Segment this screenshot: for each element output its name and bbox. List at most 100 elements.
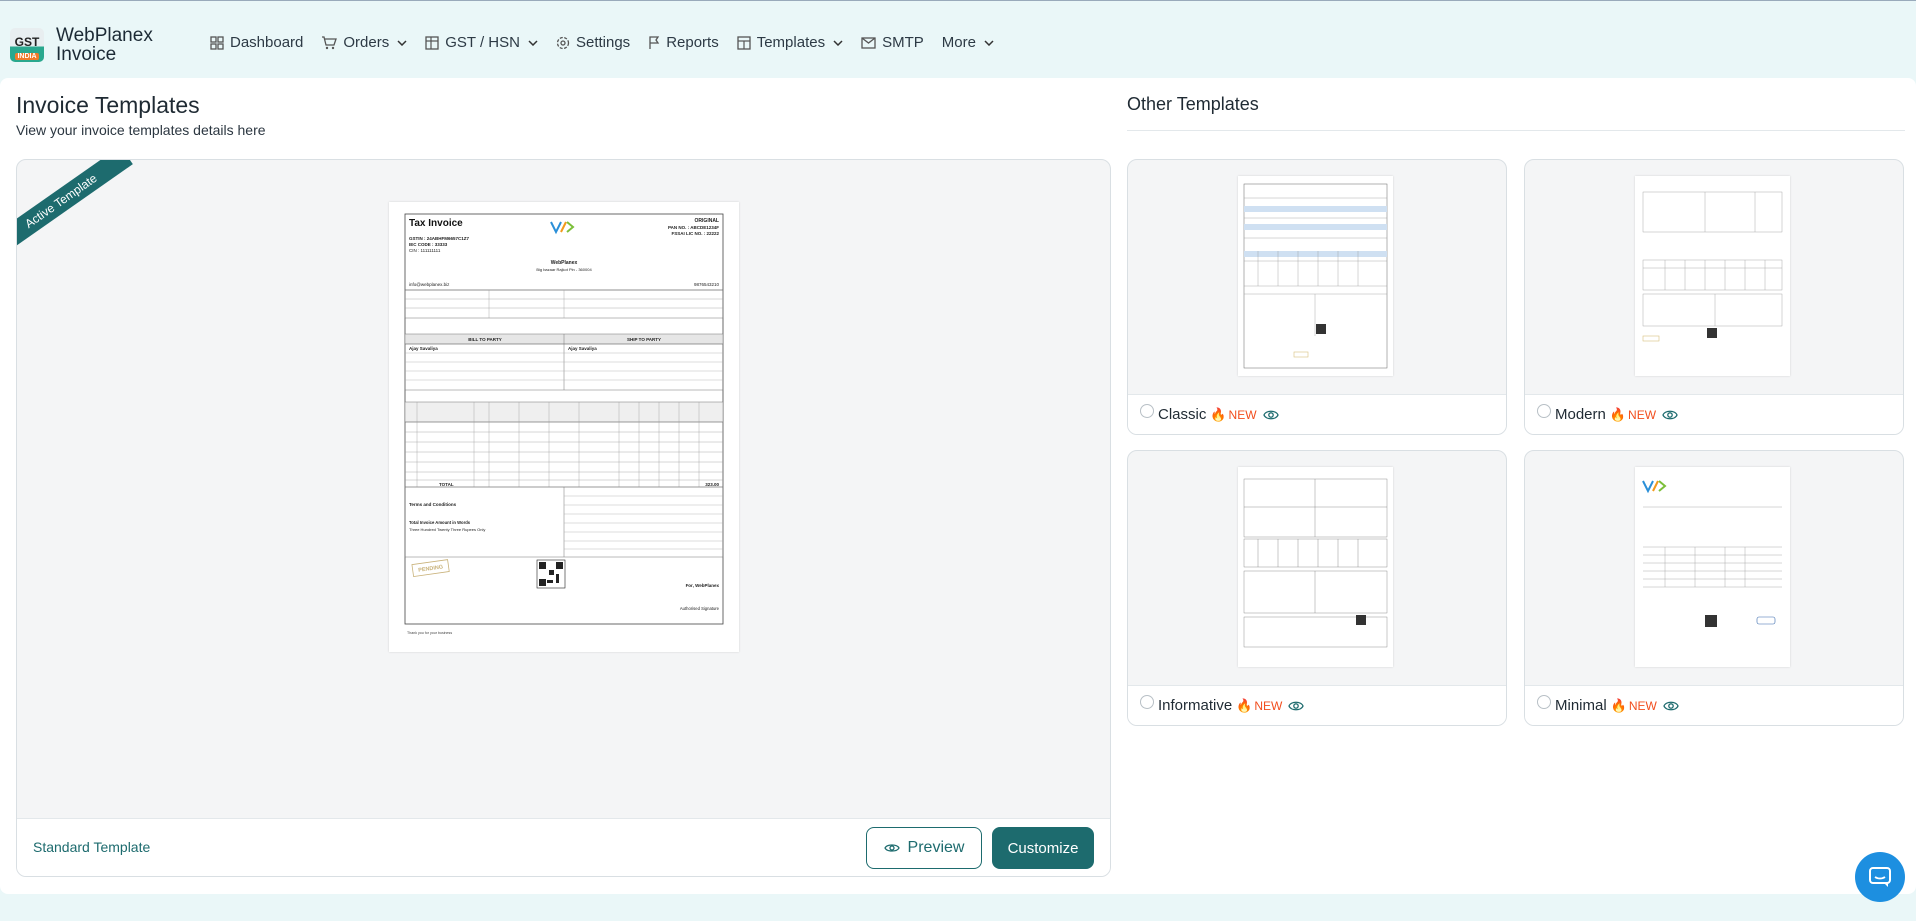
nav-orders[interactable]: Orders [321,34,407,51]
nav-reports[interactable]: Reports [648,34,719,51]
fire-icon: 🔥 [1609,406,1627,422]
eye-icon[interactable] [1662,408,1678,422]
nav-gst-hsn[interactable]: GST / HSN [425,34,538,51]
template-thumbnail [1635,467,1790,667]
chat-widget-button[interactable] [1855,852,1905,902]
qr-code-icon [536,559,566,589]
template-card-footer: Minimal 🔥 NEW [1525,685,1903,725]
invoice-fssai: FSSAI LIC NO. : 22222 [671,231,719,236]
invoice-cin: CIN : 111111111 [409,248,441,253]
active-template-footer: Standard Template Preview Customize [17,818,1110,876]
eye-icon[interactable] [1288,699,1305,713]
nav-smtp[interactable]: SMTP [861,34,924,51]
template-name: Minimal [1555,697,1607,714]
app-name-line2: Invoice [56,44,117,65]
page-bottom [0,894,1916,921]
template-name: Classic [1158,406,1207,423]
chevron-down-icon [528,39,538,46]
template-card-minimal[interactable]: Minimal 🔥 NEW [1524,450,1904,726]
invoice-ship-to: SHIP TO PARTY [627,337,661,342]
template-icon [737,35,751,50]
other-templates-title: Other Templates [1127,94,1259,114]
logo-badge-bottom: INDIA [15,53,39,60]
invoice-total-value: 323.00 [705,482,719,487]
nav-settings-label: Settings [575,34,631,51]
nav-settings[interactable]: Settings [556,34,630,51]
template-name: Informative [1158,697,1233,714]
invoice-iec: IEC CODE : 33333 [409,242,448,247]
customize-button[interactable]: Customize [992,827,1094,869]
nav-templates-label: Templates [756,34,826,51]
chat-icon [1869,867,1891,887]
pending-stamp: PENDING [411,559,450,577]
nav-smtp-label: SMTP [882,34,924,51]
invoice-for: For, WebPlanex [686,583,720,588]
template-thumbnail [1238,467,1393,667]
template-card-footer: Classic 🔥 NEW [1128,394,1506,434]
page-subtitle: View your invoice templates details here [16,122,266,138]
invoice-preview-image: Tax Invoice GSTIN : 24ABHFM6657C1Z7 IEC … [389,202,739,652]
page-title: Invoice Templates [16,92,200,118]
template-card-informative[interactable]: Informative 🔥 NEW [1127,450,1507,726]
gear-icon [556,36,570,49]
invoice-phone: 9876543210 [694,282,720,287]
template-radio[interactable] [1140,694,1154,709]
divider [1127,130,1905,131]
invoice-company: WebPlanex [551,260,578,266]
app-name: WebPlanex Invoice [56,26,153,64]
flag-icon [649,35,660,49]
nav-dashboard[interactable]: Dashboard [210,34,303,51]
chevron-down-icon [397,39,407,46]
invoice-bill-to: BILL TO PARTY [468,337,502,342]
template-thumbnail [1238,176,1393,376]
cart-icon [322,35,338,49]
chevron-down-icon [833,39,843,46]
chevron-down-icon [984,39,994,46]
main-nav: Dashboard Orders GST / HSN Settings Repo… [210,34,1012,51]
invoice-address: Big bazaar Rajkot Pin - 360004 [536,267,592,272]
template-radio[interactable] [1537,694,1551,709]
fire-icon: 🔥 [1236,697,1253,713]
template-name: Modern [1555,406,1606,423]
webplanex-logo-icon [550,221,575,235]
invoice-pending: PENDING [418,564,444,573]
invoice-bill-party: Ajay Savaliya [409,346,438,351]
new-badge: NEW [1254,698,1283,713]
invoice-ship-party: Ajay Savaliya [568,346,597,351]
invoice-terms: Terms and Conditions [409,502,457,507]
app-name-line1: WebPlanex [56,25,153,46]
active-ribbon-label: Active Template [17,160,133,256]
template-card-footer: Informative 🔥 NEW [1128,685,1506,725]
active-template-name[interactable]: Standard Template [33,839,150,855]
invoice-email: info@webplanex.biz [409,282,450,287]
nav-templates[interactable]: Templates [737,34,843,51]
nav-more[interactable]: More [942,34,994,51]
top-navbar: GST INDIA WebPlanex Invoice Dashboard Or… [0,0,1916,78]
invoice-words: Three Hundred Twenty Three Rupees Only [409,527,485,532]
active-ribbon: Active Template [17,160,137,280]
nav-orders-label: Orders [343,34,390,51]
nav-gst-hsn-label: GST / HSN [445,34,520,51]
invoice-pan: PAN NO. : ABCDE1234F [668,225,719,230]
nav-reports-label: Reports [666,34,719,51]
new-badge: NEW [1628,407,1657,422]
eye-icon[interactable] [1262,408,1279,422]
app-logo[interactable]: GST INDIA WebPlanex Invoice [10,26,153,64]
new-badge: NEW [1228,407,1257,422]
preview-button[interactable]: Preview [866,827,982,869]
nav-dashboard-label: Dashboard [230,34,304,51]
template-card-modern[interactable]: Modern 🔥 NEW [1524,159,1904,435]
table-icon [425,35,439,50]
template-card-classic[interactable]: Classic 🔥 NEW [1127,159,1507,435]
fire-icon: 🔥 [1610,697,1627,713]
dashboard-icon [210,35,224,50]
template-radio[interactable] [1537,403,1551,418]
invoice-words-label: Total Invoice Amount in Words [409,520,471,525]
invoice-original: ORIGINAL [695,218,719,224]
eye-icon[interactable] [1663,699,1679,713]
template-thumbnail [1635,176,1790,376]
template-radio[interactable] [1140,403,1154,418]
invoice-total-label: TOTAL [439,482,454,487]
active-template-card: Active Template Tax Invoice GSTIN : 24AB… [16,159,1111,877]
new-badge: NEW [1628,698,1657,713]
